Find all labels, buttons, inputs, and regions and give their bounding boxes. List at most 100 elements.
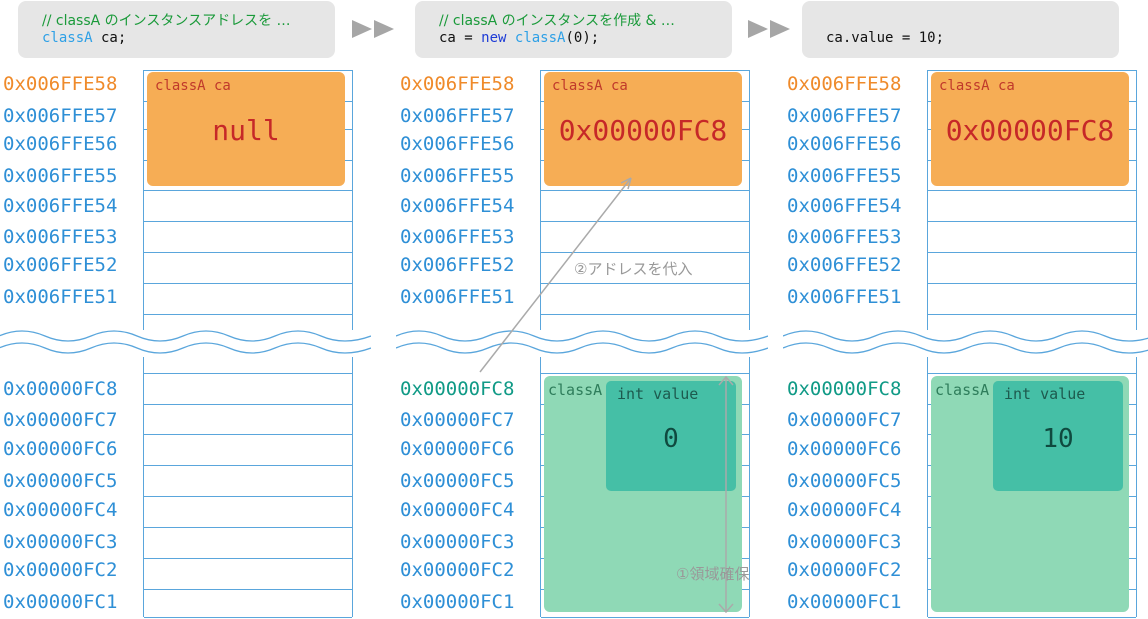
heap-address: 0x00000FC2 <box>400 559 515 581</box>
memory-break-wave <box>783 330 1148 354</box>
heap-address: 0x00000FC4 <box>787 499 902 521</box>
stack-address: 0x006FFE55 <box>400 165 515 187</box>
stack-address: 0x006FFE51 <box>787 286 902 308</box>
heap-address: 0x00000FC4 <box>400 499 515 521</box>
memory-cell-line <box>541 190 749 191</box>
stack-address: 0x006FFE54 <box>787 195 902 217</box>
stack-address: 0x006FFE55 <box>787 165 902 187</box>
memory-cell-line <box>144 283 352 284</box>
memory-cell-line <box>928 283 1136 284</box>
memory-break-wave <box>396 330 768 354</box>
memory-cell-line <box>144 558 352 559</box>
object-name: classA <box>548 381 603 399</box>
variable-name: classA ca <box>155 78 231 94</box>
field-name: int value <box>1004 385 1086 403</box>
stack-address: 0x006FFE56 <box>3 133 118 155</box>
assign-note: ②アドレスを代入 <box>574 260 693 278</box>
memory-cell-line <box>541 70 749 71</box>
object-name: classA <box>935 381 990 399</box>
heap-address: 0x00000FC7 <box>787 409 902 431</box>
memory-cell-line <box>144 465 352 466</box>
stack-address: 0x006FFE52 <box>787 254 902 276</box>
heap-address: 0x00000FC5 <box>3 470 118 492</box>
stack-address: 0x006FFE57 <box>3 105 118 127</box>
heap-address: 0x00000FC3 <box>3 531 118 553</box>
object-box: classA int value 10 <box>931 376 1129 612</box>
variable-name: classA ca <box>939 78 1015 94</box>
memory-cell-line <box>541 221 749 222</box>
heap-address: 0x00000FC2 <box>787 559 902 581</box>
memory-cell-line <box>928 252 1136 253</box>
heap-address: 0x00000FC8 <box>3 378 118 400</box>
memory-cell-line <box>541 314 749 315</box>
stack-address: 0x006FFE58 <box>787 73 902 95</box>
heap-address: 0x00000FC8 <box>400 378 515 400</box>
memory-panel-step2: 0x006FFE58 0x006FFE57 0x006FFE56 0x006FFE55… <box>396 0 770 619</box>
variable-value: 0x00000FC8 <box>945 114 1115 147</box>
memory-cell-line <box>144 70 352 71</box>
heap-address: 0x00000FC6 <box>3 438 118 460</box>
stack-address: 0x006FFE52 <box>400 254 515 276</box>
memory-cell-line <box>928 221 1136 222</box>
stack-address: 0x006FFE55 <box>3 165 118 187</box>
heap-address: 0x00000FC1 <box>3 591 118 613</box>
memory-cell-line <box>928 190 1136 191</box>
memory-cell-line <box>144 373 352 374</box>
memory-break-wave <box>0 330 371 354</box>
memory-cell-line <box>541 373 749 374</box>
memory-cell-line <box>144 252 352 253</box>
stack-address: 0x006FFE53 <box>400 226 515 248</box>
heap-address: 0x00000FC3 <box>787 531 902 553</box>
memory-cell-line <box>541 283 749 284</box>
heap-address: 0x00000FC3 <box>400 531 515 553</box>
memory-cell-line <box>928 70 1136 71</box>
stack-address: 0x006FFE58 <box>400 73 515 95</box>
field-name: int value <box>617 385 699 403</box>
variable-box: classA ca 0x00000FC8 <box>931 72 1129 186</box>
memory-cell-line <box>541 617 749 618</box>
memory-cell-line <box>144 404 352 405</box>
stack-address: 0x006FFE52 <box>3 254 118 276</box>
heap-address: 0x00000FC1 <box>400 591 515 613</box>
field-box: int value 10 <box>993 381 1123 491</box>
heap-memory-grid <box>143 357 353 618</box>
stack-address: 0x006FFE56 <box>787 133 902 155</box>
stack-address: 0x006FFE56 <box>400 133 515 155</box>
field-value: 10 <box>1042 424 1074 454</box>
memory-cell-line <box>144 527 352 528</box>
heap-address: 0x00000FC6 <box>400 438 515 460</box>
heap-address: 0x00000FC5 <box>787 470 902 492</box>
memory-cell-line <box>144 496 352 497</box>
field-box: int value 0 <box>606 381 736 491</box>
stack-address: 0x006FFE58 <box>3 73 118 95</box>
heap-address: 0x00000FC7 <box>3 409 118 431</box>
stack-address: 0x006FFE51 <box>400 286 515 308</box>
variable-value: null <box>212 114 280 147</box>
memory-cell-line <box>144 589 352 590</box>
heap-address: 0x00000FC2 <box>3 559 118 581</box>
stack-address: 0x006FFE53 <box>787 226 902 248</box>
field-value: 0 <box>663 424 679 454</box>
heap-address: 0x00000FC8 <box>787 378 902 400</box>
stack-address: 0x006FFE53 <box>3 226 118 248</box>
memory-cell-line <box>928 373 1136 374</box>
memory-cell-line <box>144 221 352 222</box>
variable-box: classA ca 0x00000FC8 <box>544 72 742 186</box>
memory-panel-step3: 0x006FFE58 0x006FFE57 0x006FFE56 0x006FFE55… <box>783 0 1148 619</box>
stack-address: 0x006FFE57 <box>400 105 515 127</box>
memory-cell-line <box>144 434 352 435</box>
heap-address: 0x00000FC7 <box>400 409 515 431</box>
heap-address: 0x00000FC1 <box>787 591 902 613</box>
memory-cell-line <box>541 252 749 253</box>
heap-address: 0x00000FC4 <box>3 499 118 521</box>
memory-cell-line <box>144 190 352 191</box>
memory-cell-line <box>928 617 1136 618</box>
stack-address: 0x006FFE57 <box>787 105 902 127</box>
alloc-note: ①領域確保 <box>676 565 750 583</box>
variable-name: classA ca <box>552 78 628 94</box>
heap-address: 0x00000FC6 <box>787 438 902 460</box>
heap-address: 0x00000FC5 <box>400 470 515 492</box>
memory-cell-line <box>144 314 352 315</box>
memory-panel-step1: 0x006FFE58 0x006FFE57 0x006FFE56 0x006FFE55… <box>0 0 373 619</box>
variable-value: 0x00000FC8 <box>558 114 728 147</box>
